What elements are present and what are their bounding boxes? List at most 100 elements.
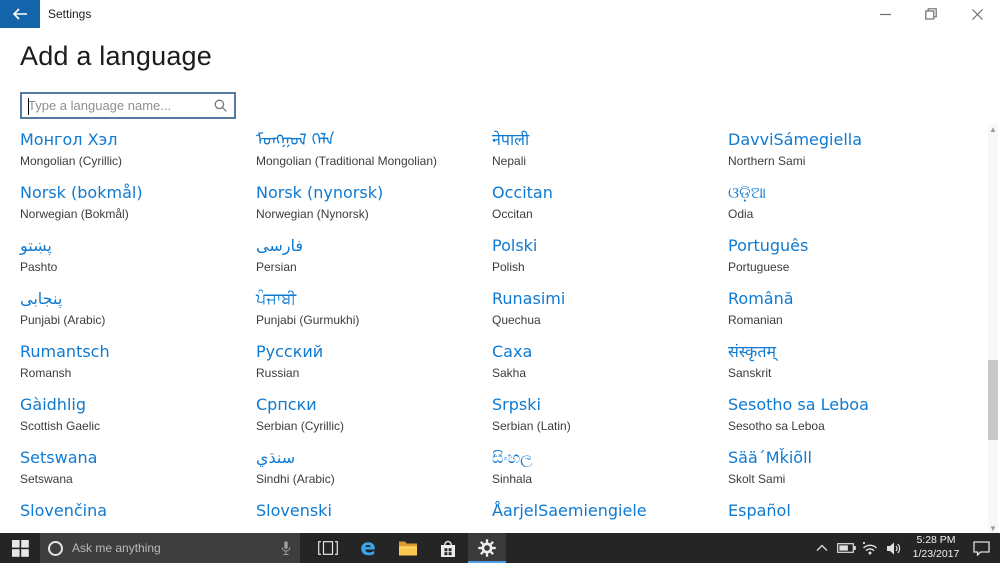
language-item[interactable]: Norsk (nynorsk)Norwegian (Nynorsk) bbox=[256, 183, 492, 236]
language-item[interactable]: Norsk (bokmål)Norwegian (Bokmål) bbox=[20, 183, 256, 236]
store-button[interactable] bbox=[428, 533, 468, 563]
scrollbar-thumb[interactable] bbox=[988, 360, 998, 440]
settings-button-active[interactable] bbox=[468, 533, 506, 563]
language-native-name: DavviSámegiella bbox=[728, 130, 964, 150]
language-english-name: Sakha bbox=[492, 366, 728, 380]
file-explorer-button[interactable] bbox=[388, 533, 428, 563]
language-native-name: සිංහල bbox=[492, 448, 728, 468]
language-native-name: ଓଡ଼ିଆ bbox=[728, 183, 964, 203]
task-view-icon bbox=[318, 541, 338, 555]
language-english-name: Norwegian (Bokmål) bbox=[20, 207, 256, 221]
language-item[interactable]: RumantschRomansh bbox=[20, 342, 256, 395]
language-item[interactable]: PortuguêsPortuguese bbox=[728, 236, 964, 289]
language-english-name: Sanskrit bbox=[728, 366, 964, 380]
language-item[interactable]: فارسی Persian bbox=[256, 236, 492, 289]
language-english-name: Nepali bbox=[492, 154, 728, 168]
language-english-name: Portuguese bbox=[728, 260, 964, 274]
language-native-name: ÅarjelSaemiengiele bbox=[492, 501, 728, 521]
language-search-box[interactable] bbox=[20, 92, 236, 119]
gear-icon bbox=[477, 538, 497, 558]
window-title: Settings bbox=[48, 7, 91, 21]
language-item[interactable]: SetswanaSetswana bbox=[20, 448, 256, 501]
close-button[interactable] bbox=[954, 0, 1000, 28]
action-center-button[interactable] bbox=[968, 533, 994, 563]
language-item[interactable]: සිංහල Sinhala bbox=[492, 448, 728, 501]
text-caret bbox=[28, 98, 29, 115]
scrollbar[interactable]: ▲ ▼ bbox=[988, 124, 998, 533]
language-english-name: Persian bbox=[256, 260, 492, 274]
language-native-name: Runasimi bbox=[492, 289, 728, 309]
language-item[interactable]: СрпскиSerbian (Cyrillic) bbox=[256, 395, 492, 448]
language-item[interactable]: Sää´MǩiõllSkolt Sami bbox=[728, 448, 964, 501]
restore-button[interactable] bbox=[908, 0, 954, 28]
language-item[interactable]: سنڌيSindhi (Arabic) bbox=[256, 448, 492, 501]
language-native-name: Српски bbox=[256, 395, 492, 415]
edge-button[interactable]: e bbox=[348, 533, 388, 563]
language-native-name: Srpski bbox=[492, 395, 728, 415]
minimize-icon bbox=[880, 9, 891, 20]
language-native-name: Română bbox=[728, 289, 964, 309]
back-button[interactable] bbox=[0, 0, 40, 28]
language-item[interactable]: Polski Polish bbox=[492, 236, 728, 289]
language-item[interactable]: پنجابیPunjabi (Arabic) bbox=[20, 289, 256, 342]
store-icon bbox=[439, 539, 457, 558]
language-english-name: Polish bbox=[492, 260, 728, 274]
edge-icon: e bbox=[360, 537, 376, 560]
language-item[interactable]: ᠮᠣᠩᠭᠣᠯ ᠬᠡᠯᠡMongolian (Traditional Mongol… bbox=[256, 130, 492, 183]
search-icon bbox=[214, 99, 227, 112]
task-view-button[interactable] bbox=[308, 533, 348, 563]
language-english-name: Scottish Gaelic bbox=[20, 419, 256, 433]
battery-status[interactable] bbox=[836, 533, 856, 563]
scroll-down-icon[interactable]: ▼ bbox=[988, 523, 998, 533]
language-item[interactable]: RunasimiQuechua bbox=[492, 289, 728, 342]
start-button[interactable] bbox=[0, 533, 40, 563]
language-native-name: संस्कृतम् bbox=[728, 342, 964, 362]
language-english-name: Sinhala bbox=[492, 472, 728, 486]
cortana-icon bbox=[48, 541, 63, 556]
language-english-name: Odia bbox=[728, 207, 964, 221]
language-item[interactable]: پښتوPashto bbox=[20, 236, 256, 289]
speaker-icon bbox=[886, 541, 902, 556]
cortana-search-box[interactable]: Ask me anything bbox=[40, 533, 300, 563]
language-item[interactable]: СахаSakha bbox=[492, 342, 728, 395]
language-item[interactable]: Монгол ХэлMongolian (Cyrillic) bbox=[20, 130, 256, 183]
taskbar-clock[interactable]: 5:28 PM 1/23/2017 bbox=[908, 534, 964, 561]
start-icon bbox=[12, 540, 29, 557]
language-item[interactable]: OccitanOccitan bbox=[492, 183, 728, 236]
microphone-icon[interactable] bbox=[280, 540, 292, 557]
language-native-name: Sää´Mǩiõll bbox=[728, 448, 964, 468]
content-area: Add a language Монгол ХэлMongolian (Cyri… bbox=[0, 28, 1000, 533]
language-native-name: فارسی bbox=[256, 236, 492, 256]
search-input[interactable] bbox=[22, 94, 214, 117]
language-item[interactable]: Sesotho sa LeboaSesotho sa Leboa bbox=[728, 395, 964, 448]
minimize-button[interactable] bbox=[862, 0, 908, 28]
close-icon bbox=[972, 9, 983, 20]
network-status[interactable] bbox=[860, 533, 880, 563]
language-english-name: Russian bbox=[256, 366, 492, 380]
volume-status[interactable] bbox=[884, 533, 904, 563]
language-native-name: ᠮᠣᠩᠭᠣᠯ ᠬᠡᠯᠡ bbox=[256, 130, 492, 150]
language-item[interactable]: DavviSámegiellaNorthern Sami bbox=[728, 130, 964, 183]
tray-overflow-button[interactable] bbox=[812, 533, 832, 563]
language-english-name: Setswana bbox=[20, 472, 256, 486]
language-native-name: پښتو bbox=[20, 236, 256, 256]
language-item[interactable]: RomânăRomanian bbox=[728, 289, 964, 342]
language-item[interactable]: संस्कृतम् Sanskrit bbox=[728, 342, 964, 395]
scroll-up-icon[interactable]: ▲ bbox=[988, 124, 998, 134]
language-english-name: Mongolian (Cyrillic) bbox=[20, 154, 256, 168]
language-item[interactable]: नेपालीNepali bbox=[492, 130, 728, 183]
language-item[interactable]: SrpskiSerbian (Latin) bbox=[492, 395, 728, 448]
language-item[interactable]: Русский Russian bbox=[256, 342, 492, 395]
language-item[interactable]: GàidhligScottish Gaelic bbox=[20, 395, 256, 448]
wifi-icon bbox=[861, 541, 879, 555]
language-native-name: Русский bbox=[256, 342, 492, 362]
language-native-name: پنجابی bbox=[20, 289, 256, 309]
language-item[interactable]: ଓଡ଼ିଆ Odia bbox=[728, 183, 964, 236]
language-item[interactable]: ਪੰਜਾਬੀPunjabi (Gurmukhi) bbox=[256, 289, 492, 342]
file-explorer-icon bbox=[398, 540, 418, 556]
language-native-name: Norsk (nynorsk) bbox=[256, 183, 492, 203]
language-english-name: Punjabi (Gurmukhi) bbox=[256, 313, 492, 327]
language-native-name: Polski bbox=[492, 236, 728, 256]
system-tray: 5:28 PM 1/23/2017 bbox=[812, 533, 1000, 563]
language-native-name: Occitan bbox=[492, 183, 728, 203]
